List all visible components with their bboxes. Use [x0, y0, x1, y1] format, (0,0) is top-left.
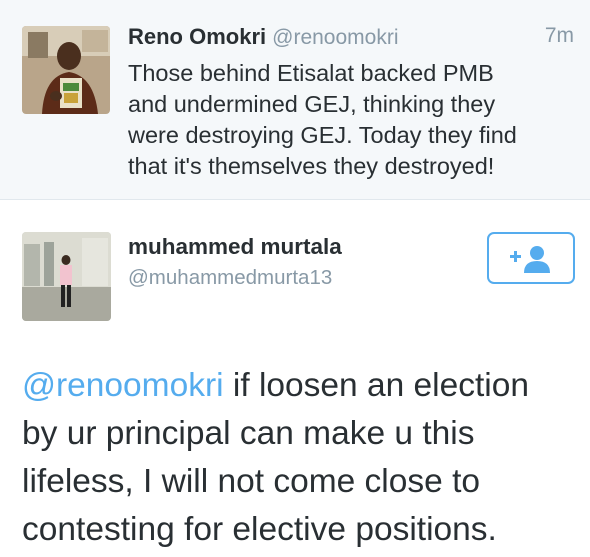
avatar-photo-icon	[22, 232, 111, 321]
parent-author-name[interactable]: Reno Omokri	[128, 24, 266, 49]
main-text-line: by ur principal can make u this	[22, 415, 475, 452]
main-avatar[interactable]	[22, 232, 111, 321]
mention-link[interactable]: @renoomokri	[22, 367, 224, 404]
main-text-line: contesting for elective positions.	[22, 511, 497, 548]
main-text-line: @renoomokri if loosen an election	[22, 362, 582, 410]
main-tweet: muhammed murtala @muhammedmurta13 @renoo…	[0, 200, 590, 557]
main-text-line: lifeless, I will not come close to	[22, 463, 481, 500]
parent-timestamp[interactable]: 7m	[545, 24, 574, 48]
main-tweet-text: @renoomokri if loosen an election by ur …	[22, 362, 582, 554]
main-text-fragment: if loosen an election	[223, 367, 530, 404]
parent-text-line: were destroying GEJ. Today they find	[128, 122, 517, 148]
parent-text-line: Those behind Etisalat backed PMB	[128, 60, 494, 86]
main-author-name[interactable]: muhammed murtala	[128, 234, 342, 260]
parent-avatar[interactable]	[22, 26, 110, 114]
parent-text-line: and undermined GEJ, thinking they	[128, 91, 496, 117]
main-author-handle[interactable]: @muhammedmurta13	[128, 266, 332, 290]
parent-tweet[interactable]: Reno Omokri @renoomokri 7m Those behind E…	[0, 0, 590, 200]
parent-text-line: that it's themselves they destroyed!	[128, 153, 495, 179]
parent-tweet-header: Reno Omokri @renoomokri 7m	[128, 24, 576, 54]
add-user-icon	[510, 246, 550, 273]
follow-button[interactable]	[487, 232, 575, 284]
avatar-photo-icon	[22, 26, 110, 114]
parent-tweet-text: Those behind Etisalat backed PMB and und…	[128, 58, 578, 182]
parent-author-handle[interactable]: @renoomokri	[272, 26, 398, 49]
